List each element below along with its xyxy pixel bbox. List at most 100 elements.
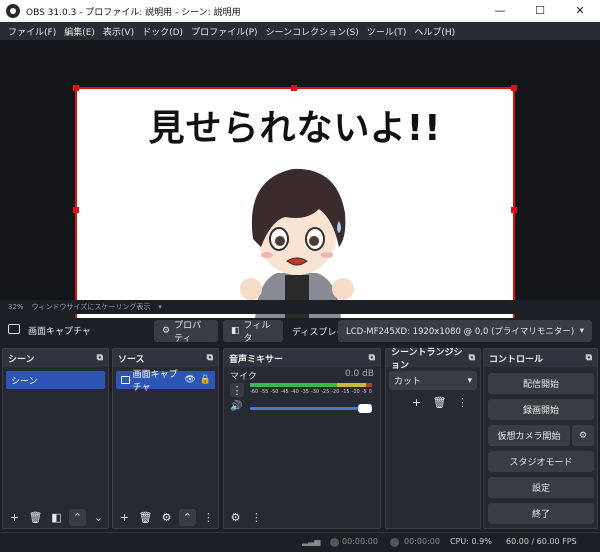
scene-transitions-dock: シーントランジション ⧉ カット ▾ + 🗑 ⋮	[385, 348, 481, 529]
resize-handle[interactable]	[291, 85, 297, 91]
start-recording-button[interactable]: 録画開始	[488, 399, 594, 420]
settings-button[interactable]: 設定	[488, 477, 594, 498]
source-toolbar: 画面キャプチャ ⚙ プロパティ ◧ フィルタ ディスプレイ LCD-MF245X…	[0, 318, 600, 344]
meter-scale: -60 -55 -50 -45 -40 -35 -30 -25 -20 -15 …	[250, 389, 372, 395]
signal-bars-icon: ▂▃▅	[302, 537, 321, 546]
chevron-up-icon[interactable]: ⌃	[179, 508, 196, 526]
lock-icon[interactable]: 🔒	[200, 375, 211, 385]
resize-handle[interactable]	[511, 207, 517, 213]
undock-icon[interactable]: ⧉	[469, 353, 475, 363]
menu-file[interactable]: ファイル(F)	[4, 25, 60, 38]
preview-canvas[interactable]: 見せられないよ!!	[73, 85, 517, 336]
kebab-menu-icon[interactable]: ⋮	[248, 509, 265, 526]
menu-view[interactable]: 表示(V)	[99, 25, 138, 38]
zoom-percent: 32%	[8, 303, 24, 311]
scenes-title: シーン	[8, 354, 35, 365]
scale-tick: 0	[368, 389, 372, 395]
undock-icon[interactable]: ⧉	[369, 353, 375, 363]
scene-item[interactable]: シーン	[6, 371, 105, 389]
sources-dock: ソース ⧉ 画面キャプチャ 👁 🔒 + 🗑 ⚙ ⌃ ⋮	[112, 348, 219, 529]
gear-icon[interactable]: ⚙	[572, 425, 594, 446]
trash-icon[interactable]: 🗑	[431, 394, 448, 411]
preview-zoom-bar: 32% ウィンドウサイズにスケーリング表示 ▾	[0, 300, 600, 314]
scale-tick: -60	[250, 389, 259, 395]
properties-label: プロパティ	[174, 321, 202, 344]
trash-icon[interactable]: 🗑	[137, 509, 154, 526]
filter-icon: ◧	[231, 326, 240, 336]
start-streaming-button[interactable]: 配信開始	[488, 373, 594, 394]
start-virtual-camera-button[interactable]: 仮想カメラ開始	[488, 425, 570, 446]
undock-icon[interactable]: ⧉	[207, 353, 213, 363]
filters-button[interactable]: ◧ フィルタ	[223, 320, 283, 344]
title-bar: OBS 31.0.3 - プロファイル: 説明用 - シーン: 説明用 — ☐ …	[0, 0, 600, 22]
zoom-mode[interactable]: ウィンドウサイズにスケーリング表示	[32, 302, 151, 312]
scale-tick: -15	[341, 389, 350, 395]
preview-area[interactable]: 見せられないよ!!	[0, 40, 600, 336]
stream-time: 00:00:00	[342, 537, 378, 546]
gear-icon[interactable]: ⚙	[158, 509, 175, 526]
undock-icon[interactable]: ⧉	[97, 353, 103, 363]
scale-tick: -5	[361, 389, 367, 395]
scale-tick: -20	[331, 389, 340, 395]
scenes-toolbar: + 🗑 ◧ ⌃ ⌄	[3, 506, 108, 528]
kebab-menu-icon[interactable]: ⋮	[200, 509, 217, 526]
mixer-toolbar: ⚙ ⋮	[224, 506, 380, 528]
scale-tick: -25	[321, 389, 330, 395]
menu-docks[interactable]: ドック(D)	[138, 25, 187, 38]
eye-icon[interactable]: 👁	[184, 375, 195, 385]
menu-tools[interactable]: ツール(T)	[363, 25, 411, 38]
scenes-dock-header: シーン ⧉	[3, 349, 108, 367]
chevron-down-icon[interactable]: ⌄	[90, 509, 107, 526]
transition-select-value: カット	[394, 377, 422, 387]
menu-help[interactable]: ヘルプ(H)	[410, 25, 459, 38]
exit-button[interactable]: 終了	[488, 503, 594, 524]
chevron-up-icon[interactable]: ⌃	[69, 508, 86, 526]
canvas-caption: 見せられないよ!!	[148, 108, 442, 149]
sources-toolbar: + 🗑 ⚙ ⌃ ⋮	[113, 506, 218, 528]
menu-scene-collection[interactable]: シーンコレクション(S)	[262, 25, 363, 38]
fps-readout: 60.00 / 60.00 FPS	[506, 537, 577, 546]
kebab-menu-icon[interactable]: ⋮	[230, 383, 244, 397]
add-scene-icon[interactable]: +	[6, 509, 23, 526]
menu-edit[interactable]: 編集(E)	[60, 25, 99, 38]
close-button[interactable]: ✕	[560, 0, 600, 22]
display-select[interactable]: LCD-MF245XD: 1920x1080 @ 0,0 (プライマリモニター)…	[338, 320, 592, 342]
speaker-icon[interactable]: 🔊	[230, 401, 242, 412]
scale-tick: -45	[280, 389, 289, 395]
record-time: 00:00:00	[404, 537, 440, 546]
chevron-down-icon[interactable]: ▾	[158, 303, 162, 311]
audio-mixer-header: 音声ミキサー ⧉	[224, 349, 380, 367]
status-bar: ▂▃▅ 00:00:00 00:00:00 CPU: 0.9% 60.00 / …	[0, 532, 600, 552]
audio-mixer-dock: 音声ミキサー ⧉ マイク 0.0 dB ⋮ -60 -55 -50 -45 -4…	[223, 348, 381, 529]
minimize-button[interactable]: —	[480, 0, 520, 22]
undock-icon[interactable]: ⧉	[586, 353, 592, 363]
scale-tick: -40	[290, 389, 299, 395]
transition-select[interactable]: カット ▾	[389, 371, 477, 390]
scene-transitions-title: シーントランジション	[391, 348, 463, 371]
kebab-menu-icon[interactable]: ⋮	[454, 394, 471, 411]
transition-toolbar: + 🗑 ⋮	[386, 394, 480, 411]
channel-level: 0.0 dB	[344, 369, 374, 379]
gear-icon[interactable]: ⚙	[227, 509, 244, 526]
volume-slider[interactable]	[250, 404, 372, 413]
filter-icon[interactable]: ◧	[48, 509, 65, 526]
scene-transitions-header: シーントランジション ⧉	[386, 348, 480, 371]
volume-knob[interactable]	[358, 404, 372, 413]
resize-handle[interactable]	[73, 207, 79, 213]
source-item[interactable]: 画面キャプチャ 👁 🔒	[116, 370, 215, 393]
maximize-button[interactable]: ☐	[520, 0, 560, 22]
scale-tick: -35	[300, 389, 309, 395]
volume-fill	[250, 407, 358, 410]
studio-mode-button[interactable]: スタジオモード	[488, 451, 594, 472]
stream-status-icon	[330, 538, 339, 547]
sources-title: ソース	[118, 354, 145, 365]
add-transition-icon[interactable]: +	[408, 394, 425, 411]
add-source-icon[interactable]: +	[116, 509, 133, 526]
menu-profile[interactable]: プロファイル(P)	[187, 25, 261, 38]
resize-handle[interactable]	[511, 85, 517, 91]
resize-handle[interactable]	[73, 85, 79, 91]
sources-dock-header: ソース ⧉	[113, 349, 218, 367]
scenes-dock: シーン ⧉ シーン + 🗑 ◧ ⌃ ⌄	[2, 348, 109, 529]
properties-button[interactable]: ⚙ プロパティ	[154, 320, 218, 344]
trash-icon[interactable]: 🗑	[27, 509, 44, 526]
